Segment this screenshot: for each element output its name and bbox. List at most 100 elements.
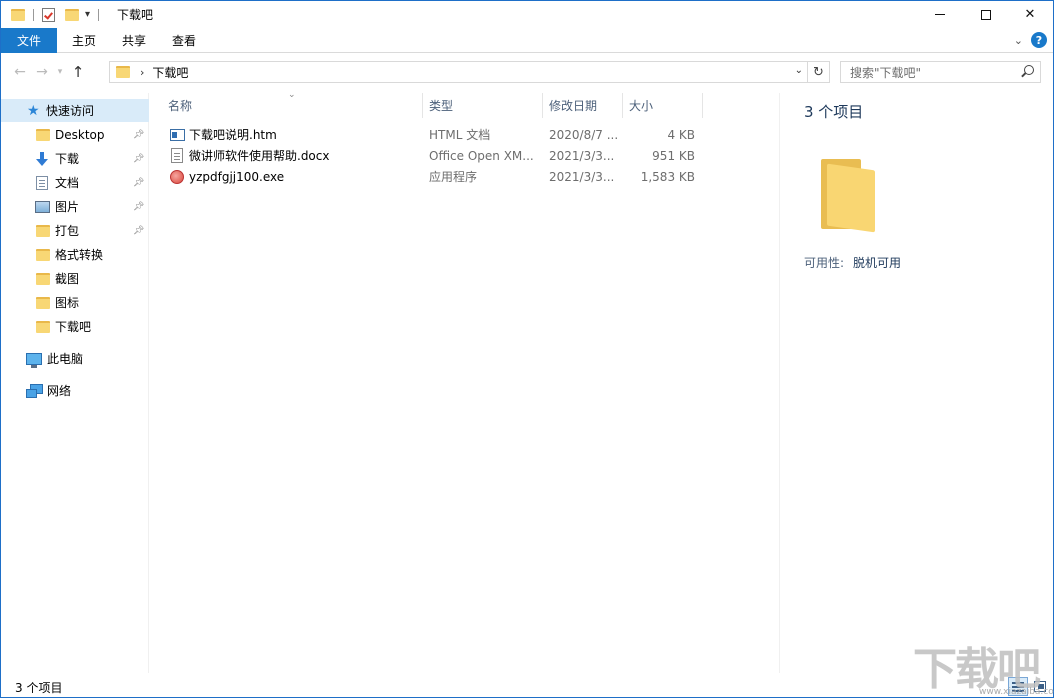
tab-share[interactable]: 共享 — [109, 28, 159, 53]
search-input[interactable]: 搜索"下载吧" — [840, 61, 1041, 83]
folder-front-shape — [827, 163, 875, 233]
file-row[interactable]: 下载吧说明.htm HTML 文档 2020/8/7 ... 4 KB — [150, 124, 778, 145]
navigation-pane: ★ 快速访问 Desktop 📌︎ 下载 📌︎ 文档 📌︎ 图片 📌︎ 打包 📌… — [1, 93, 149, 673]
search-icon[interactable] — [1024, 65, 1034, 75]
close-icon: ✕ — [1024, 7, 1036, 22]
htm-file-icon — [170, 128, 185, 141]
sidebar-item-network[interactable]: 网络 — [1, 379, 149, 402]
file-type: 应用程序 — [429, 170, 478, 184]
file-icon-cell — [170, 166, 188, 187]
breadcrumb-chevron-icon[interactable]: › — [140, 66, 144, 79]
file-name: 微讲师软件使用帮助.docx — [189, 149, 330, 163]
customize-toolbar-dropdown-icon[interactable]: ▾ — [85, 9, 90, 20]
ribbon-right-controls: ⌄ ? — [1014, 32, 1047, 48]
pin-icon[interactable]: 📌︎ — [133, 130, 144, 140]
folder-icon — [116, 66, 130, 78]
breadcrumb-current[interactable]: 下载吧 — [152, 64, 188, 81]
column-header-size[interactable]: 大小 — [629, 93, 653, 118]
pin-icon[interactable]: 📌︎ — [133, 154, 144, 164]
tab-view[interactable]: 查看 — [159, 28, 209, 53]
item-count: 3 个项目 — [15, 680, 63, 695]
file-list: ⌄ 名称 类型 修改日期 大小 下载吧说明.htm HTML 文档 2020/8… — [150, 90, 778, 673]
sidebar-item-label: 下载 — [55, 152, 80, 166]
availability-label: 可用性: — [804, 256, 845, 270]
file-name: yzpdfgjj100.exe — [189, 169, 285, 184]
sidebar-item-label: 打包 — [55, 224, 80, 238]
column-divider[interactable] — [622, 93, 623, 118]
exe-file-icon — [170, 169, 184, 184]
pin-icon[interactable]: 📌︎ — [133, 178, 144, 188]
ribbon-tabs: 文件 主页 共享 查看 ⌄ ? — [1, 28, 1053, 53]
docx-file-icon — [171, 148, 183, 163]
title-bar: ▾ 下载吧 ✕ — [1, 1, 1053, 28]
file-icon-cell — [170, 124, 188, 145]
sidebar-item-this-pc[interactable]: 此电脑 — [1, 347, 149, 370]
minimize-icon — [935, 14, 945, 15]
file-date: 2021/3/3... — [549, 148, 615, 163]
sidebar-item-documents[interactable]: 文档 📌︎ — [1, 171, 149, 194]
column-divider[interactable] — [542, 93, 543, 118]
search-placeholder: 搜索"下载吧" — [850, 65, 922, 80]
folder-icon — [36, 296, 50, 309]
maximize-button[interactable] — [963, 1, 1009, 28]
tab-file[interactable]: 文件 — [1, 28, 57, 53]
properties-icon[interactable] — [42, 7, 55, 22]
refresh-icon: ↻ — [813, 64, 824, 80]
sidebar-item-quick-access[interactable]: ★ 快速访问 — [1, 99, 149, 122]
sidebar-item-format-convert[interactable]: 格式转换 — [1, 243, 149, 266]
column-header-type[interactable]: 类型 — [429, 93, 453, 118]
divider — [98, 8, 100, 21]
sidebar-item-label: 网络 — [47, 384, 72, 398]
file-row[interactable]: yzpdfgjj100.exe 应用程序 2021/3/3... 1,583 K… — [150, 166, 778, 187]
sidebar-item-screenshots[interactable]: 截图 — [1, 267, 149, 290]
file-date: 2021/3/3... — [549, 169, 615, 184]
column-header-label: 修改日期 — [549, 99, 598, 113]
folder-icon — [36, 248, 50, 261]
sidebar-item-label: Desktop — [55, 127, 105, 142]
up-arrow-icon[interactable]: ↑ — [67, 63, 89, 81]
sidebar-item-desktop[interactable]: Desktop 📌︎ — [1, 123, 149, 146]
quick-access-toolbar: ▾ — [1, 1, 107, 28]
expand-ribbon-icon[interactable]: ⌄ — [1014, 34, 1023, 47]
file-name: 下载吧说明.htm — [189, 128, 277, 142]
column-divider[interactable] — [702, 93, 703, 118]
folder-icon — [36, 224, 50, 237]
file-row[interactable]: 微讲师软件使用帮助.docx Office Open XM... 2021/3/… — [150, 145, 778, 166]
sidebar-item-label: 格式转换 — [55, 248, 104, 262]
details-pane: 3 个项目 可用性: 脱机可用 — [779, 93, 1053, 673]
details-title: 3 个项目 — [804, 103, 864, 121]
navigation-bar: ← → ▾ ↑ › 下载吧 ⌄ ↻ 搜索"下载吧" — [1, 58, 1053, 86]
sidebar-item-pack[interactable]: 打包 📌︎ — [1, 219, 149, 242]
sidebar-item-label: 快速访问 — [46, 104, 95, 118]
network-icon — [26, 383, 43, 398]
close-button[interactable]: ✕ — [1007, 1, 1053, 28]
pin-icon[interactable]: 📌︎ — [133, 202, 144, 212]
address-bar[interactable]: › 下载吧 ⌄ — [109, 61, 808, 83]
back-arrow-icon[interactable]: ← — [9, 64, 31, 80]
folder-icon — [36, 320, 50, 333]
sidebar-item-pictures[interactable]: 图片 📌︎ — [1, 195, 149, 218]
explorer-window: ▾ 下载吧 ✕ 文件 主页 共享 查看 ⌄ ? ← → ▾ ↑ › 下载吧 ⌄ … — [0, 0, 1054, 698]
column-header-date[interactable]: 修改日期 — [549, 93, 597, 118]
sidebar-item-label: 下载吧 — [55, 320, 92, 334]
maximize-icon — [981, 9, 991, 20]
minimize-button[interactable] — [917, 1, 963, 28]
sidebar-item-label: 此电脑 — [47, 352, 84, 366]
column-header-name[interactable]: 名称 — [168, 93, 192, 118]
recent-locations-dropdown-icon[interactable]: ▾ — [53, 67, 67, 77]
forward-arrow-icon[interactable]: → — [31, 64, 53, 80]
sidebar-item-xiazaiba[interactable]: 下载吧 — [1, 315, 149, 338]
pin-icon[interactable]: 📌︎ — [133, 226, 144, 236]
column-divider[interactable] — [422, 93, 423, 118]
sidebar-item-downloads[interactable]: 下载 📌︎ — [1, 147, 149, 170]
sidebar-item-icons[interactable]: 图标 — [1, 291, 149, 314]
column-header-label: 大小 — [629, 99, 654, 113]
refresh-button[interactable]: ↻ — [808, 61, 830, 83]
download-icon — [35, 151, 49, 166]
new-folder-icon[interactable] — [65, 8, 79, 21]
tab-home[interactable]: 主页 — [59, 28, 109, 53]
folder-icon — [36, 272, 50, 285]
sidebar-item-label: 图片 — [55, 200, 80, 214]
help-icon[interactable]: ? — [1031, 32, 1047, 48]
address-history-dropdown-icon[interactable]: ⌄ — [795, 65, 803, 76]
